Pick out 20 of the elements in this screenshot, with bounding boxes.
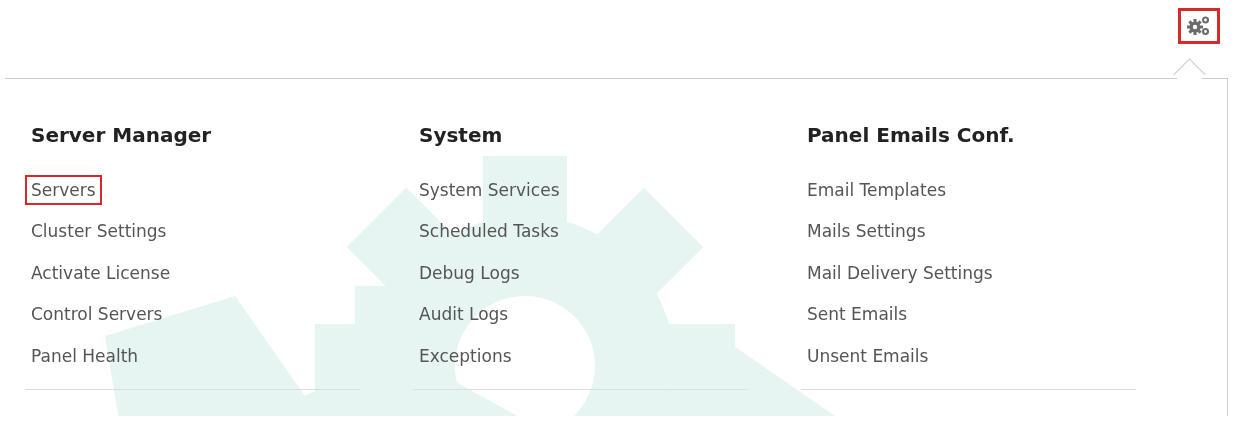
column-heading: Server Manager — [31, 123, 213, 147]
menu-link[interactable]: Cluster Settings — [25, 216, 173, 247]
menu-link[interactable]: Email Templates — [801, 174, 952, 205]
menu-link[interactable]: Mails Settings — [801, 216, 932, 247]
menu-link[interactable]: System Services — [413, 174, 566, 205]
menu-link[interactable]: Control Servers — [25, 299, 169, 330]
menu-link[interactable]: Panel Health — [25, 340, 145, 371]
column-heading: Panel Emails Conf. — [807, 123, 1016, 147]
menu-link[interactable]: Scheduled Tasks — [413, 216, 565, 247]
gears-icon — [1187, 15, 1211, 37]
menu-link[interactable]: Sent Emails — [801, 299, 914, 330]
settings-button[interactable] — [1178, 8, 1220, 44]
menu-link[interactable]: Debug Logs — [413, 257, 526, 288]
menu-link[interactable]: Servers — [25, 174, 102, 205]
menu-link[interactable]: Mail Delivery Settings — [801, 257, 999, 288]
menu-link[interactable]: Activate License — [25, 257, 177, 288]
menu-link[interactable]: Exceptions — [413, 340, 518, 371]
menu-link[interactable]: Unsent Emails — [801, 340, 935, 371]
menu-link[interactable]: Audit Logs — [413, 299, 515, 330]
column-heading: System — [419, 123, 504, 147]
